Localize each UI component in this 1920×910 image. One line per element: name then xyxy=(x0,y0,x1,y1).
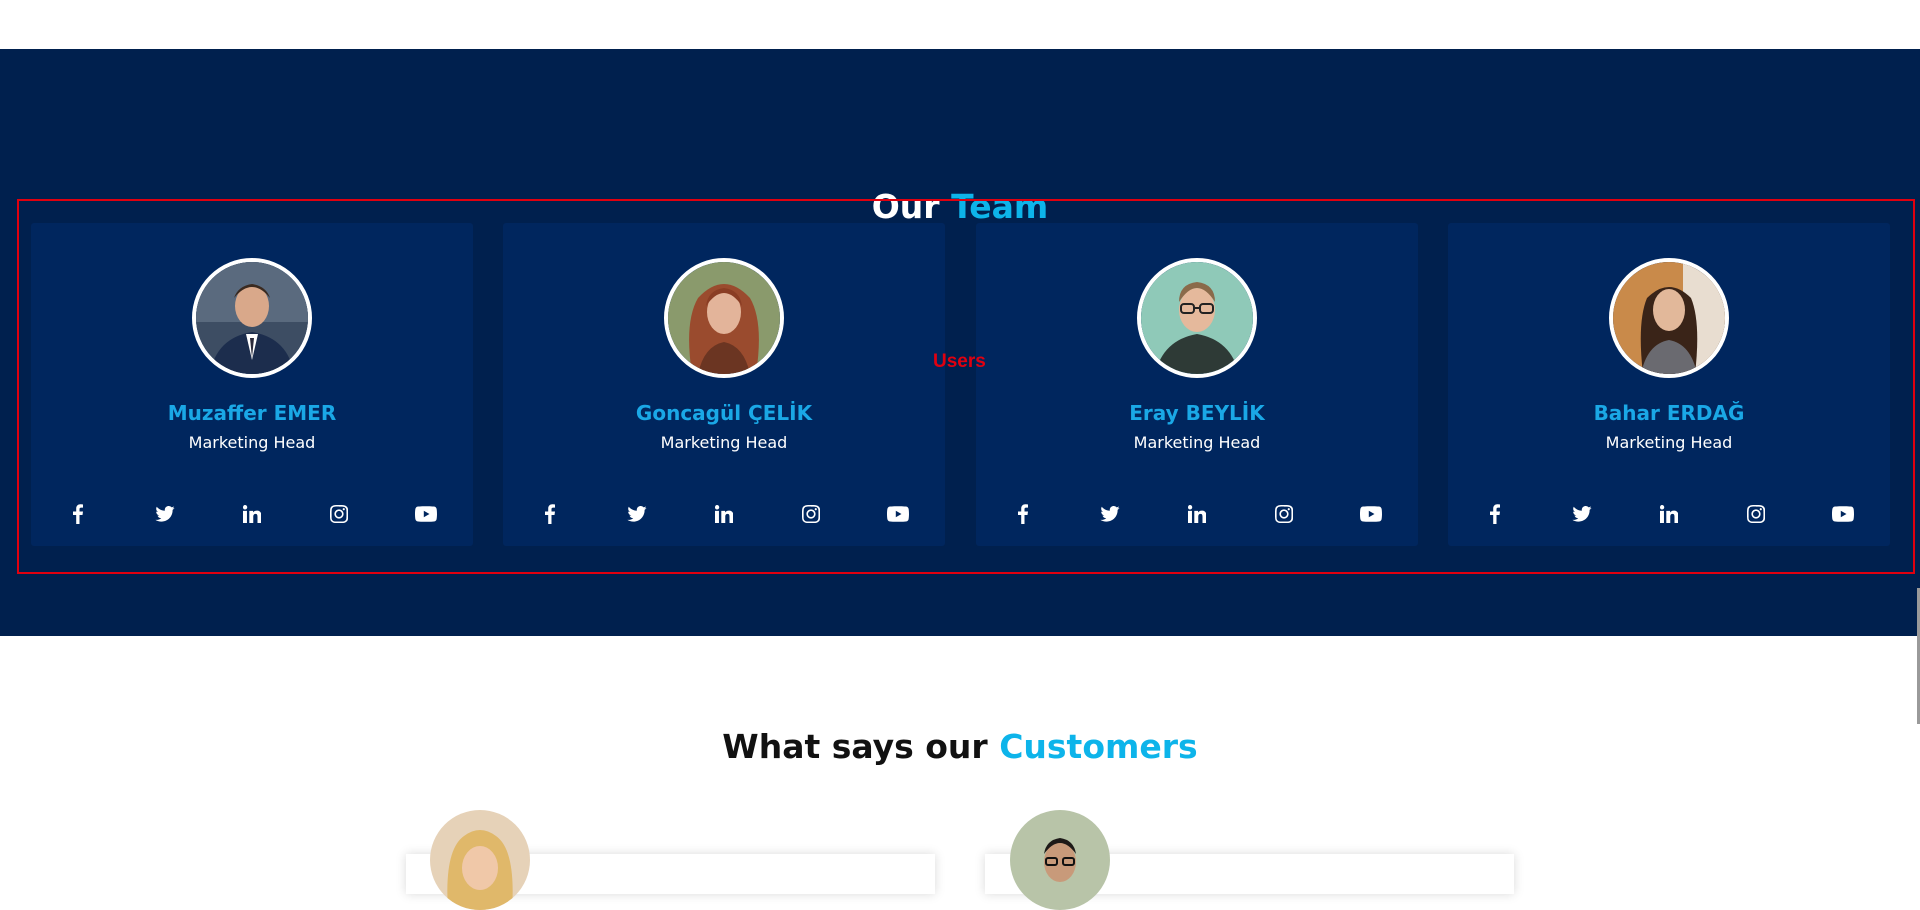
users-highlight-frame xyxy=(17,199,1915,574)
customer-avatar xyxy=(430,810,530,910)
customer-man-photo xyxy=(1010,810,1110,910)
customer-woman-photo xyxy=(430,810,530,910)
customers-heading: What says our Customers xyxy=(0,727,1920,766)
customers-heading-main: What says our xyxy=(722,727,988,766)
users-highlight-label: Users xyxy=(933,351,986,372)
team-section: Our Team Muzaffer EMER Marketing Head Go… xyxy=(0,49,1920,636)
customer-avatar xyxy=(1010,810,1110,910)
customers-heading-accent: Customers xyxy=(999,727,1198,766)
top-spacer xyxy=(0,0,1920,49)
